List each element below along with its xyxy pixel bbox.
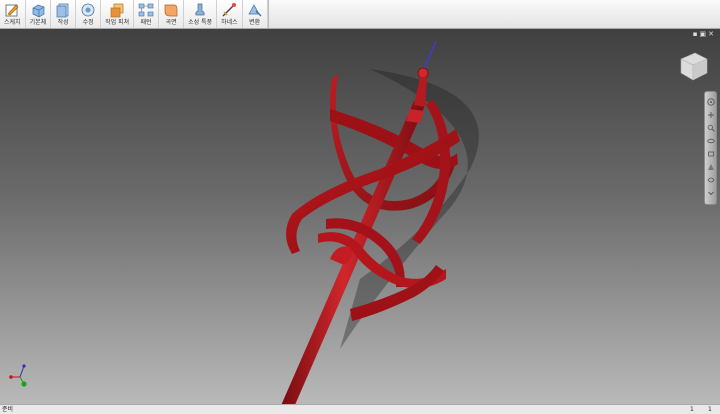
navigation-bar (704, 91, 717, 205)
plastic-part-icon (195, 3, 205, 16)
navbar-menu-icon[interactable] (707, 189, 715, 197)
tool-label: 기본체 (29, 19, 47, 26)
tool-sketch[interactable]: 스케치 (0, 0, 26, 28)
surface-icon (164, 4, 178, 17)
tool-label: 변환 (249, 19, 261, 26)
tool-modify[interactable]: 수정 (76, 0, 102, 28)
tool-create[interactable]: 작성 (51, 0, 77, 28)
shaft-tip-knob (417, 67, 429, 79)
viewcube-icon[interactable] (673, 47, 711, 85)
convert-icon (248, 4, 262, 17)
tool-surface[interactable]: 곡면 (159, 0, 185, 28)
status-text: 준비 (2, 406, 14, 413)
tool-label: 곡면 (165, 19, 177, 26)
axis-tip (423, 40, 437, 70)
tool-harness[interactable]: 하네스 (217, 0, 243, 28)
primitive-icon (32, 4, 45, 18)
zoom-all-icon[interactable] (707, 163, 715, 171)
zoom-icon[interactable] (707, 124, 715, 132)
tool-label: 작업 피쳐 (105, 19, 130, 26)
status-bar: 준비 1 1 (0, 404, 720, 414)
restore-icon[interactable]: ▣ (700, 30, 709, 38)
tool-label: 수정 (82, 19, 94, 26)
look-at-icon[interactable] (707, 150, 715, 158)
close-icon[interactable]: ✕ (708, 30, 716, 38)
viewport-window-controls[interactable]: ▪▣✕ (693, 30, 716, 38)
harness-icon (222, 3, 237, 17)
sketch-icon (5, 4, 19, 17)
pattern-icon (138, 3, 154, 17)
tool-pattern[interactable]: 패턴 (134, 0, 160, 28)
status-count: 1 (690, 406, 694, 413)
shaft-collar (406, 109, 424, 123)
tool-label: 작성 (57, 19, 69, 26)
free-orbit-icon[interactable] (706, 176, 715, 184)
ribbon-toolbar: 스케치 기본체 작성 수정 작업 피쳐 패턴 곡면 소성 특풍 하네스 변환 (0, 0, 720, 29)
tool-primitive[interactable]: 기본체 (26, 0, 52, 28)
status-count: 1 (708, 406, 712, 413)
graphics-viewport[interactable]: ▪▣✕ (0, 29, 720, 404)
steering-wheel-icon[interactable] (706, 98, 715, 106)
tool-work-feature[interactable]: 작업 피쳐 (101, 0, 135, 28)
orbit-icon[interactable] (706, 137, 715, 145)
tool-plastic-part[interactable]: 소성 특풍 (184, 0, 218, 28)
pan-icon[interactable] (707, 111, 715, 119)
tool-label: 소성 특풍 (188, 19, 213, 26)
tool-label: 스케치 (4, 19, 21, 26)
minimize-icon[interactable]: ▪ (693, 30, 700, 38)
tool-group: 스케치 기본체 작성 수정 작업 피쳐 패턴 곡면 소성 특풍 하네스 변환 (0, 0, 269, 28)
tool-label: 하네스 (221, 19, 238, 26)
tool-label: 패턴 (140, 19, 152, 26)
coordinate-triad-icon (9, 364, 27, 387)
work-feature-icon (110, 3, 124, 18)
model-3d-view[interactable] (0, 29, 720, 404)
modify-icon (81, 3, 95, 17)
create-icon (56, 3, 69, 18)
tool-convert[interactable]: 변환 (243, 0, 268, 28)
